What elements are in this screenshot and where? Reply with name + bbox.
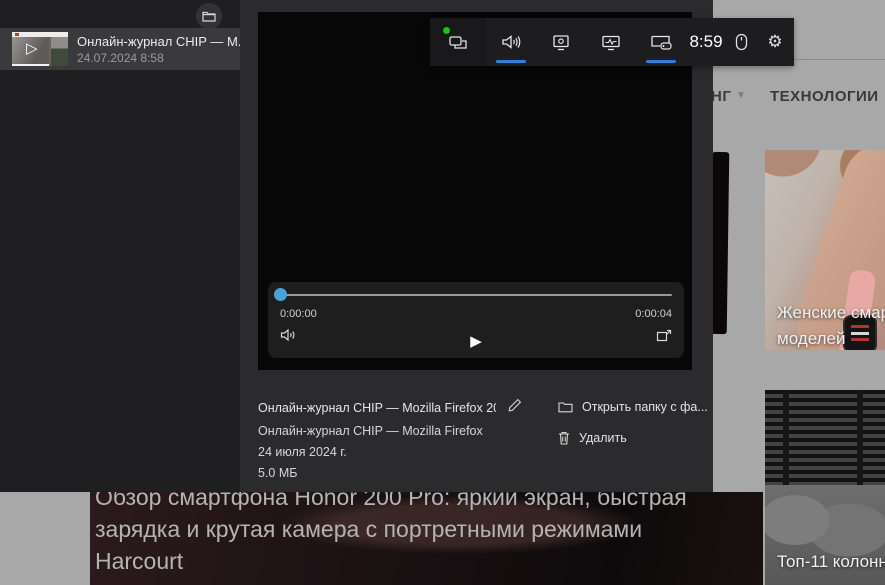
screen: НГ ▼ ТЕХНОЛОГИИ Женские смарт- моделей Т…: [0, 0, 885, 585]
sofa-image-blinds: [765, 390, 885, 498]
audio-widget-button[interactable]: [486, 18, 536, 66]
seek-bar[interactable]: [280, 294, 672, 296]
performance-icon: [601, 34, 621, 51]
play-button[interactable]: ▶: [268, 332, 684, 350]
headline-line: Harcourt: [95, 545, 687, 577]
gallery-widget-button[interactable]: [636, 18, 686, 66]
gear-icon: ⚙: [767, 32, 782, 52]
clip-filename: Онлайн-журнал CHIP — Mozilla Firefox 202…: [258, 401, 496, 415]
widget-menu-button[interactable]: [430, 18, 486, 66]
play-icon: ▷: [26, 39, 38, 57]
gallery-list-item[interactable]: ▷ Онлайн-журнал CHIP — M... 24.07.2024 8…: [0, 28, 240, 70]
clip-file-size: 5.0 МБ: [258, 466, 548, 480]
thumbnail-strip: [12, 64, 49, 66]
seek-handle[interactable]: [274, 288, 287, 301]
performance-widget-button[interactable]: [586, 18, 636, 66]
rename-button[interactable]: [508, 398, 522, 417]
headline-line: Обзор смартфона Honor 200 Pro: яркий экр…: [95, 492, 687, 513]
clock: 8:59: [686, 18, 726, 66]
elapsed-time: 0:00:00: [280, 308, 317, 320]
article-hero[interactable]: Обзор смартфона Honor 200 Pro: яркий экр…: [90, 492, 763, 585]
video-thumbnail: ▷: [12, 32, 68, 66]
nav-item-partial[interactable]: НГ: [711, 88, 731, 105]
recording-indicator-dot: [443, 27, 450, 34]
card-caption-line: Топ-11 колонны: [777, 552, 885, 572]
widget-menu-icon: [447, 33, 469, 51]
capture-widget-button[interactable]: [536, 18, 586, 66]
folder-icon: [202, 10, 216, 22]
player-controls: 0:00:00 0:00:04 ▶: [268, 282, 684, 358]
open-folder-button[interactable]: Открыть папку с фа...: [558, 400, 708, 414]
pop-out-icon: [656, 329, 672, 342]
clip-record-date: 24 июля 2024 г.: [258, 445, 548, 459]
card-caption-line: Женские смарт-: [777, 303, 885, 323]
article-card-speakers[interactable]: Топ-11 колонны: [765, 390, 885, 585]
pencil-icon: [508, 398, 522, 412]
page-header-divider: [794, 59, 885, 60]
capture-icon: [552, 34, 570, 51]
open-folder-label: Открыть папку с фа...: [582, 400, 708, 414]
card-caption-line: моделей: [777, 329, 845, 349]
settings-button[interactable]: ⚙: [756, 18, 794, 66]
nav-item-technology[interactable]: ТЕХНОЛОГИИ: [770, 88, 879, 105]
mouse-icon: [735, 33, 748, 51]
audio-icon: [501, 34, 521, 50]
delete-button[interactable]: Удалить: [558, 431, 708, 445]
thumbnail-content-side: [51, 37, 68, 66]
headline-line: зарядка и крутая камера с портретными ре…: [95, 513, 687, 545]
picture-in-picture-button[interactable]: [656, 329, 672, 347]
open-file-location-button[interactable]: [196, 3, 222, 29]
article-card-smartwatch[interactable]: Женские смарт- моделей: [765, 150, 885, 350]
game-bar-toolbar: 8:59 ⚙: [430, 18, 794, 66]
total-time: 0:00:04: [635, 308, 672, 320]
clip-source-title: Онлайн-журнал CHIP — Mozilla Firefox: [258, 424, 548, 438]
gallery-sidebar: ▷ Онлайн-журнал CHIP — M... 24.07.2024 8…: [0, 0, 240, 492]
delete-label: Удалить: [579, 431, 627, 445]
gallery-preview-panel: 0:00:00 0:00:04 ▶ О: [240, 0, 713, 492]
trash-icon: [558, 431, 570, 445]
mouse-click-through-button[interactable]: [726, 18, 756, 66]
gallery-icon: [650, 34, 672, 51]
article-headline: Обзор смартфона Honor 200 Pro: яркий экр…: [95, 492, 687, 577]
active-widget-underline: [646, 60, 676, 63]
chevron-down-icon: ▼: [736, 90, 746, 101]
clip-date: 24.07.2024 8:58: [77, 51, 240, 65]
clip-title: Онлайн-журнал CHIP — M...: [77, 34, 240, 49]
active-widget-underline: [496, 60, 526, 63]
folder-icon: [558, 401, 573, 413]
